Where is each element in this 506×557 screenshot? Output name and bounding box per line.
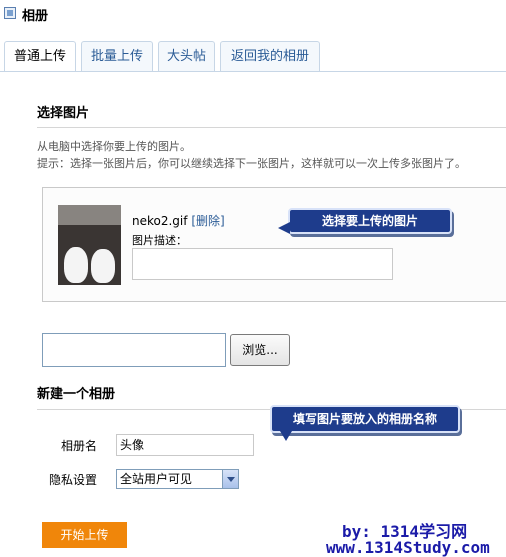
watermark-line2: www.1314Study.com [326,538,490,557]
tab-divider [0,71,506,72]
select-section-title: 选择图片 [37,106,90,121]
album-icon [4,7,16,19]
album-name-label: 相册名 [61,439,98,453]
album-name-callout-text: 填写图片要放入的相册名称 [292,412,437,426]
section-divider [37,127,506,128]
start-upload-button[interactable]: 开始上传 [42,522,127,548]
album-name-input[interactable]: 头像 [116,434,254,456]
browse-button[interactable]: 浏览... [230,334,290,366]
tab-big-head[interactable]: 大头帖 [158,41,215,71]
tab-normal-upload[interactable]: 普通上传 [4,41,76,72]
image-thumbnail [58,205,121,285]
privacy-label: 隐私设置 [49,473,98,487]
tab-batch-upload[interactable]: 批量上传 [81,41,153,71]
page-title: 相册 [22,9,49,24]
description-input[interactable] [132,248,393,280]
chevron-down-icon[interactable] [222,470,238,488]
select-image-callout-text: 选择要上传的图片 [321,214,418,228]
privacy-select[interactable]: 全站用户可见 [116,469,239,489]
description-label: 图片描述： [132,234,187,247]
album-section-title: 新建一个相册 [37,387,116,402]
file-name: neko2.gif [132,214,188,228]
select-image-callout: 选择要上传的图片 [278,208,452,234]
file-path-input[interactable] [42,333,226,367]
delete-link[interactable]: [删除] [191,214,224,228]
select-tip: 提示：选择一张图片后，你可以继续选择下一张图片，这样就可以一次上传多张图片了。 [37,157,466,170]
select-hint: 从电脑中选择你要上传的图片。 [37,140,191,153]
tab-back-to-album[interactable]: 返回我的相册 [220,41,320,71]
file-name-row: neko2.gif [删除] [132,212,225,229]
album-name-callout: 填写图片要放入的相册名称 [270,405,460,441]
tab-bar: 普通上传 批量上传 大头帖 返回我的相册 [0,41,506,72]
privacy-select-value: 全站用户可见 [120,472,193,486]
